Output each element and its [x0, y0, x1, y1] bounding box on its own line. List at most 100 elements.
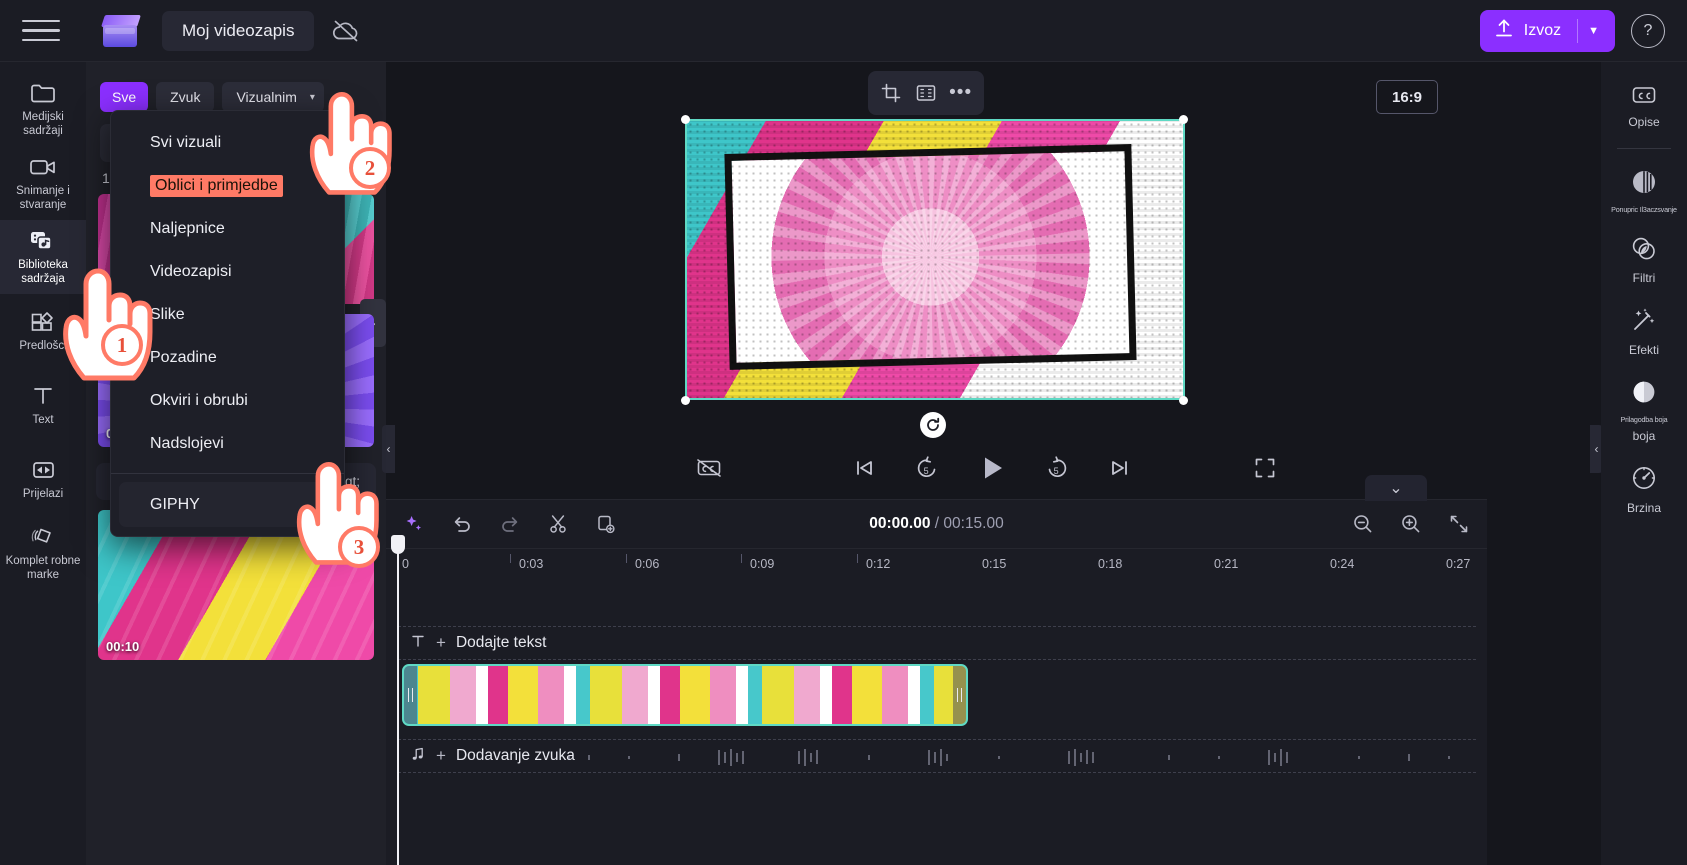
export-divider — [1577, 18, 1579, 43]
timeline-text-track[interactable]: + Dodajte tekst — [398, 626, 1476, 660]
top-bar: Moj videozapis Izvoz ▼ ? — [0, 0, 1687, 62]
timeline-video-clip[interactable] — [402, 664, 968, 726]
play-button[interactable] — [966, 442, 1018, 494]
chip-all[interactable]: Sve — [100, 82, 149, 112]
chevron-down-icon: ⌄ — [1389, 480, 1403, 497]
add-audio-plus: + — [436, 746, 446, 765]
right-item-captions[interactable]: Opise — [1601, 74, 1687, 140]
ai-sparkle-icon[interactable] — [400, 510, 428, 538]
dropdown-footer: GIPHY — [111, 474, 344, 536]
sidebar-item-brand-kit[interactable]: Komplet robne marke — [0, 516, 86, 590]
audio-waveform — [568, 749, 1450, 766]
redo-icon[interactable] — [496, 510, 524, 538]
collapse-timeline-button[interactable]: ⌄ — [1365, 475, 1427, 501]
sidebar-item-record-create[interactable]: Snimanje i stvaranje — [0, 146, 86, 220]
contrast-icon — [1629, 378, 1659, 410]
playhead-handle[interactable] — [391, 535, 405, 554]
duplicate-icon[interactable] — [592, 510, 620, 538]
brand-kit-icon — [29, 524, 57, 550]
sidebar-item-text[interactable]: Text — [0, 368, 86, 442]
rewind-5-seconds-button[interactable]: 5 — [904, 445, 950, 491]
more-horizontal-icon[interactable]: ••• — [946, 78, 976, 108]
sidebar-item-label: Snimanje i stvaranje — [16, 185, 70, 211]
resize-handle-bottom-right[interactable] — [1179, 396, 1188, 405]
undo-icon[interactable] — [448, 510, 476, 538]
resize-handle-top-left[interactable] — [681, 115, 690, 124]
aspect-ratio-button[interactable]: 16:9 — [1376, 80, 1438, 114]
dropdown-item-label: Svi vizuali — [150, 133, 222, 151]
timeline-playhead[interactable] — [391, 535, 405, 865]
help-button[interactable]: ? — [1631, 13, 1665, 48]
sidebar-item-label: Text — [32, 413, 54, 426]
dropdown-item-label: Okviri i obrubi — [150, 391, 248, 409]
right-item-label: Ponupric Il3aczsvanje — [1611, 205, 1677, 215]
timeline-ruler[interactable]: 0 0:03 0:06 0:09 0:12 0:15 0:18 0:21 0:2… — [386, 548, 1487, 588]
video-preview-area: ••• 16:9 5 5 — [386, 62, 1500, 499]
collapse-left-panel-button[interactable]: ‹ — [382, 425, 395, 473]
dropdown-item-videos[interactable]: Videozapisi — [111, 250, 344, 293]
filters-icon — [1629, 235, 1659, 267]
clip-trim-handle-left[interactable] — [404, 666, 417, 724]
dropdown-item-backgrounds[interactable]: Pozadine — [111, 336, 344, 379]
skip-to-end-button[interactable] — [1096, 445, 1142, 491]
dropdown-item-label: Videozapisi — [150, 262, 232, 280]
fit-timeline-icon[interactable] — [1445, 510, 1473, 538]
chip-audio[interactable]: Zvuk — [156, 82, 215, 112]
dropdown-item-all-visuals[interactable]: Svi vizuali — [111, 121, 344, 164]
timeline-audio-track[interactable]: + Dodavanje zvuka — [398, 739, 1476, 773]
dropdown-item-overlays[interactable]: Nadslojevi — [111, 422, 344, 465]
resize-handle-top-right[interactable] — [1179, 115, 1188, 124]
text-t-icon — [410, 633, 426, 654]
crop-icon[interactable] — [876, 78, 906, 108]
chevron-left-icon: ‹ — [1594, 442, 1599, 456]
project-title-input[interactable]: Moj videozapis — [162, 10, 315, 51]
chevron-down-icon[interactable]: ▾ — [305, 92, 320, 103]
callout-badge-1: 1 — [101, 324, 143, 366]
ruler-tick: 0:03 — [519, 557, 544, 571]
right-item-fade[interactable]: Ponupric Il3aczsvanje — [1601, 157, 1687, 225]
sidebar-item-templates[interactable]: Predlošci — [0, 294, 86, 368]
skip-to-start-button[interactable] — [842, 445, 888, 491]
right-item-filters[interactable]: Filtri — [1601, 225, 1687, 297]
chip-visuals[interactable]: Vizualnim ▾ — [222, 82, 324, 112]
clapperboard-logo — [101, 13, 141, 49]
transitions-icon — [30, 457, 57, 483]
chevron-down-icon[interactable]: ▼ — [1588, 25, 1599, 37]
right-item-speed[interactable]: Brzina — [1601, 454, 1687, 526]
cloud-offline-icon[interactable] — [324, 11, 368, 51]
callout-badge-2: 2 — [349, 147, 391, 189]
fit-to-frame-icon[interactable] — [911, 78, 941, 108]
dropdown-item-giphy[interactable]: GIPHY — [119, 482, 336, 527]
callout-number: 3 — [353, 534, 365, 559]
sidebar-item-media[interactable]: Medijski sadržaji — [0, 72, 86, 146]
rotate-icon[interactable] — [920, 412, 946, 438]
magic-wand-icon — [1629, 306, 1659, 338]
zoom-in-icon[interactable] — [1397, 510, 1425, 538]
forward-5-seconds-button[interactable]: 5 — [1034, 445, 1080, 491]
sidebar-item-transitions[interactable]: Prijelazi — [0, 442, 86, 516]
right-item-label-second: boja — [1632, 428, 1656, 443]
video-preview-canvas[interactable] — [685, 119, 1185, 400]
dropdown-item-images[interactable]: Slike — [111, 293, 344, 336]
dropdown-item-label: Nadslojevi — [150, 434, 224, 452]
split-scissors-icon[interactable] — [544, 510, 572, 538]
clip-trim-handle-right[interactable] — [953, 666, 966, 724]
dropdown-item-shapes-annotations[interactable]: Oblici i primjedbe — [111, 164, 344, 207]
hamburger-menu-icon[interactable] — [22, 14, 68, 48]
fullscreen-button[interactable] — [1242, 445, 1288, 491]
zoom-out-icon[interactable] — [1349, 510, 1377, 538]
ruler-tick: 0:21 — [1214, 557, 1239, 571]
sidebar-item-content-library[interactable]: Biblioteka sadržaja — [0, 220, 86, 294]
dropdown-item-frames-borders[interactable]: Okviri i obrubi — [111, 379, 344, 422]
left-navigation-rail: Medijski sadržaji Snimanje i stvaranje B… — [0, 62, 86, 865]
right-item-color-adjust[interactable]: Prilagodba boja boja — [1601, 368, 1687, 454]
svg-text:5: 5 — [924, 466, 929, 476]
export-button[interactable]: Izvoz ▼ — [1479, 9, 1615, 52]
captions-toggle-button[interactable] — [686, 445, 732, 491]
right-item-label: Efekti — [1628, 343, 1659, 358]
dropdown-item-stickers[interactable]: Naljepnice — [111, 207, 344, 250]
resize-handle-bottom-left[interactable] — [681, 396, 690, 405]
right-item-effects[interactable]: Efekti — [1601, 296, 1687, 368]
sidebar-item-label: Biblioteka sadržaja — [18, 259, 68, 285]
dropdown-item-label: Pozadine — [150, 348, 217, 366]
